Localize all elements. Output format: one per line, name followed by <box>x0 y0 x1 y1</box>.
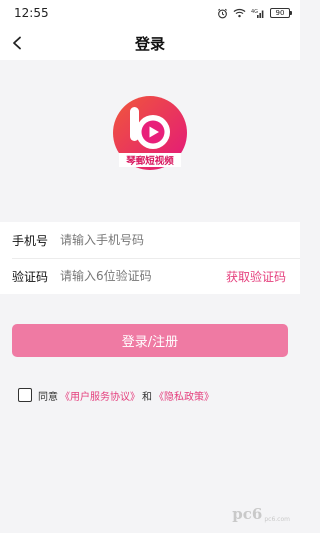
wifi-icon <box>233 8 246 18</box>
status-bar: 12:55 4G 90 <box>0 0 300 26</box>
agree-and: 和 <box>142 391 152 403</box>
alarm-icon <box>217 8 228 19</box>
network-label: 4G <box>251 9 258 15</box>
watermark: pc6 pc6.com <box>232 505 290 523</box>
watermark-mark: pc6 <box>232 505 263 523</box>
page-title: 登录 <box>134 34 165 53</box>
agreement-row: 同意 《用户服务协议》 和 《隐私政策》 <box>18 386 214 404</box>
app-logo: 琴郵短视频 <box>113 96 187 170</box>
battery-icon: 90 <box>270 8 292 18</box>
status-icons: 4G 90 <box>217 8 292 19</box>
privacy-policy-link[interactable]: 《隐私政策》 <box>154 388 214 403</box>
agree-checkbox[interactable] <box>18 388 32 402</box>
phone-label: 手机号 <box>12 233 49 248</box>
phone-row: 手机号 <box>0 222 300 258</box>
code-input[interactable] <box>60 264 220 288</box>
login-form: 手机号 验证码 获取验证码 <box>0 222 300 294</box>
logo-app-name: 琴郵短视频 <box>126 155 174 167</box>
battery-level: 90 <box>275 9 285 17</box>
login-button[interactable]: 登录/注册 <box>12 324 288 357</box>
code-label: 验证码 <box>12 269 49 284</box>
signal-icon: 4G <box>251 8 265 18</box>
phone-input[interactable] <box>60 228 286 252</box>
user-agreement-link[interactable]: 《用户服务协议》 <box>60 388 140 403</box>
get-code-button[interactable]: 获取验证码 <box>226 268 286 285</box>
nav-bar: 登录 <box>0 26 300 60</box>
agree-prefix: 同意 <box>38 391 58 403</box>
watermark-url: pc6.com <box>264 516 290 523</box>
status-time: 12:55 <box>14 6 49 20</box>
back-icon[interactable] <box>6 32 28 54</box>
code-row: 验证码 获取验证码 <box>0 258 300 294</box>
